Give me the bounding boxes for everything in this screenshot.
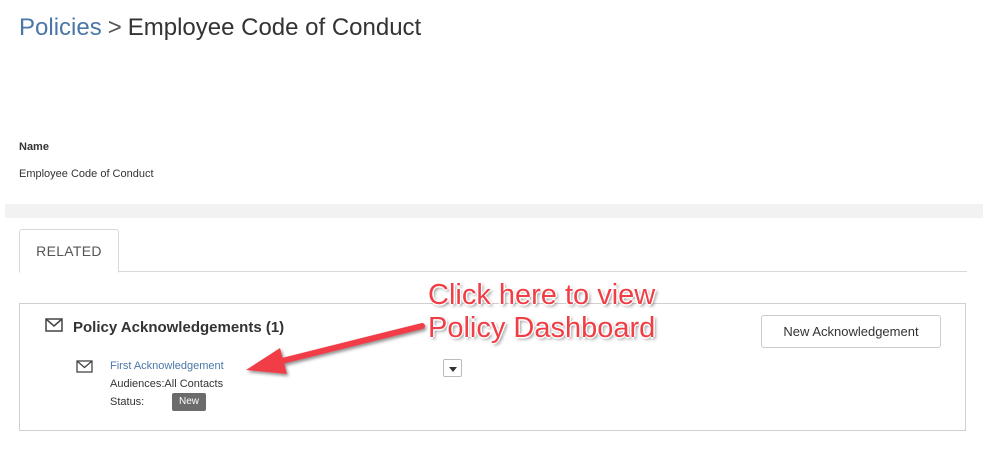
annotation-line-2: Policy Dashboard	[428, 312, 656, 344]
annotation-line-1: Click here to view	[428, 279, 656, 311]
name-field-value: Employee Code of Conduct	[19, 168, 154, 180]
first-acknowledgement-link[interactable]: First Acknowledgement	[110, 360, 224, 372]
new-acknowledgement-button[interactable]: New Acknowledgement	[761, 315, 941, 348]
tab-related[interactable]: RELATED	[19, 229, 119, 273]
envelope-icon	[45, 318, 63, 336]
page-title: Employee Code of Conduct	[127, 14, 422, 41]
envelope-icon	[76, 360, 93, 378]
annotation-callout: Click here to view Policy Dashboard	[428, 279, 655, 345]
breadcrumb-separator: >	[107, 14, 122, 41]
status-badge: New	[172, 393, 206, 411]
breadcrumb-policies-link[interactable]: Policies	[19, 14, 102, 41]
panel-header: Policy Acknowledgements (1)	[45, 318, 284, 336]
caret-down-icon	[448, 359, 457, 377]
section-divider-band	[5, 204, 983, 218]
status-label: Status:	[110, 396, 145, 408]
audience-text: Audiences:All Contacts	[110, 378, 224, 390]
panel-title: Policy Acknowledgements (1)	[73, 318, 285, 336]
row-actions-dropdown[interactable]	[443, 359, 462, 377]
name-field-label: Name	[19, 141, 49, 153]
breadcrumb: Policies > Employee Code of Conduct	[19, 12, 421, 44]
tab-bar: RELATED	[19, 229, 967, 273]
